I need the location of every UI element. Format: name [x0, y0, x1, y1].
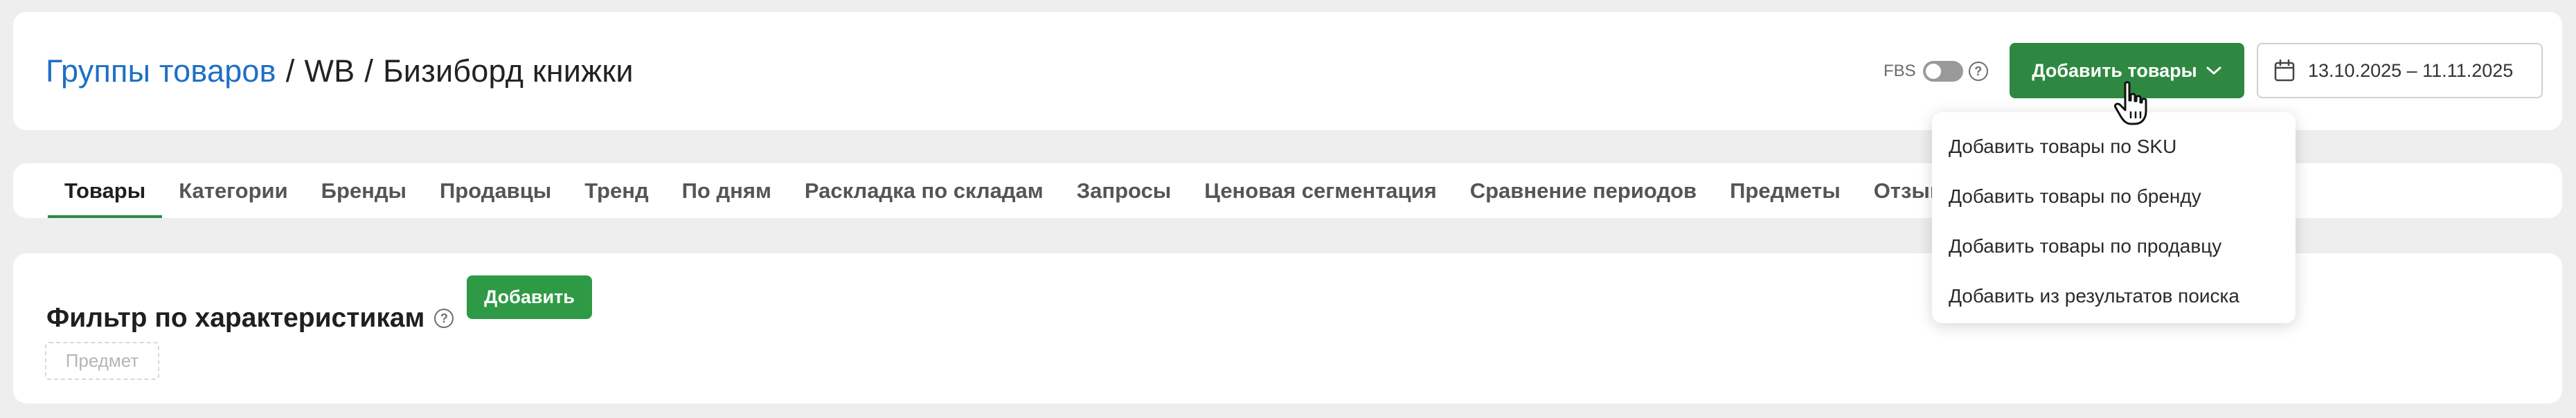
page-title: Бизиборд книжки [383, 53, 634, 89]
tab-7[interactable]: Запросы [1060, 163, 1188, 218]
tab-0[interactable]: Товары [48, 163, 163, 218]
tab-10[interactable]: Предметы [1713, 163, 1857, 218]
add-filter-button[interactable]: Добавить [467, 275, 592, 319]
chevron-down-icon [2206, 66, 2221, 75]
hand-pointer-icon [2114, 81, 2147, 125]
subject-filter-chip[interactable]: Предмет [45, 342, 159, 380]
filter-heading: Фильтр по характеристикам ? [46, 298, 454, 339]
breadcrumb-separator: / [364, 53, 374, 89]
tab-1[interactable]: Категории [162, 163, 304, 218]
menu-item-add-by-sku[interactable]: Добавить товары по SKU [1932, 122, 2296, 172]
tab-9[interactable]: Сравнение периодов [1454, 163, 1713, 218]
tab-5[interactable]: По дням [665, 163, 788, 218]
add-products-menu: Добавить товары по SKU Добавить товары п… [1932, 112, 2296, 323]
tab-4[interactable]: Тренд [568, 163, 665, 218]
add-products-button-label: Добавить товары [2032, 60, 2197, 81]
breadcrumb-separator: / [285, 53, 295, 89]
breadcrumb: Группы товаров / WB / Бизиборд книжки [46, 12, 634, 130]
menu-item-add-from-search[interactable]: Добавить из результатов поиска [1932, 271, 2296, 321]
date-range-value: 13.10.2025 – 11.11.2025 [2308, 60, 2514, 81]
tab-2[interactable]: Бренды [305, 163, 423, 218]
help-icon[interactable]: ? [1968, 61, 1988, 81]
breadcrumb-link-product-groups[interactable]: Группы товаров [46, 53, 276, 89]
date-range-picker[interactable]: 13.10.2025 – 11.11.2025 [2257, 43, 2543, 98]
fbs-label: FBS [1884, 61, 1916, 80]
tabs-row: Товары Категории Бренды Продавцы Тренд По дня… [48, 163, 1978, 218]
menu-item-add-by-brand[interactable]: Добавить товары по бренду [1932, 172, 2296, 221]
calendar-icon [2274, 59, 2295, 82]
breadcrumb-marketplace: WB [304, 53, 355, 89]
help-icon[interactable]: ? [434, 309, 454, 328]
fbs-toggle[interactable] [1922, 60, 1963, 82]
menu-item-add-by-seller[interactable]: Добавить товары по продавцу [1932, 221, 2296, 271]
tab-8[interactable]: Ценовая сегментация [1188, 163, 1453, 218]
filter-title: Фильтр по характеристикам [46, 303, 425, 333]
tab-3[interactable]: Продавцы [423, 163, 568, 218]
tab-6[interactable]: Раскладка по складам [788, 163, 1060, 218]
